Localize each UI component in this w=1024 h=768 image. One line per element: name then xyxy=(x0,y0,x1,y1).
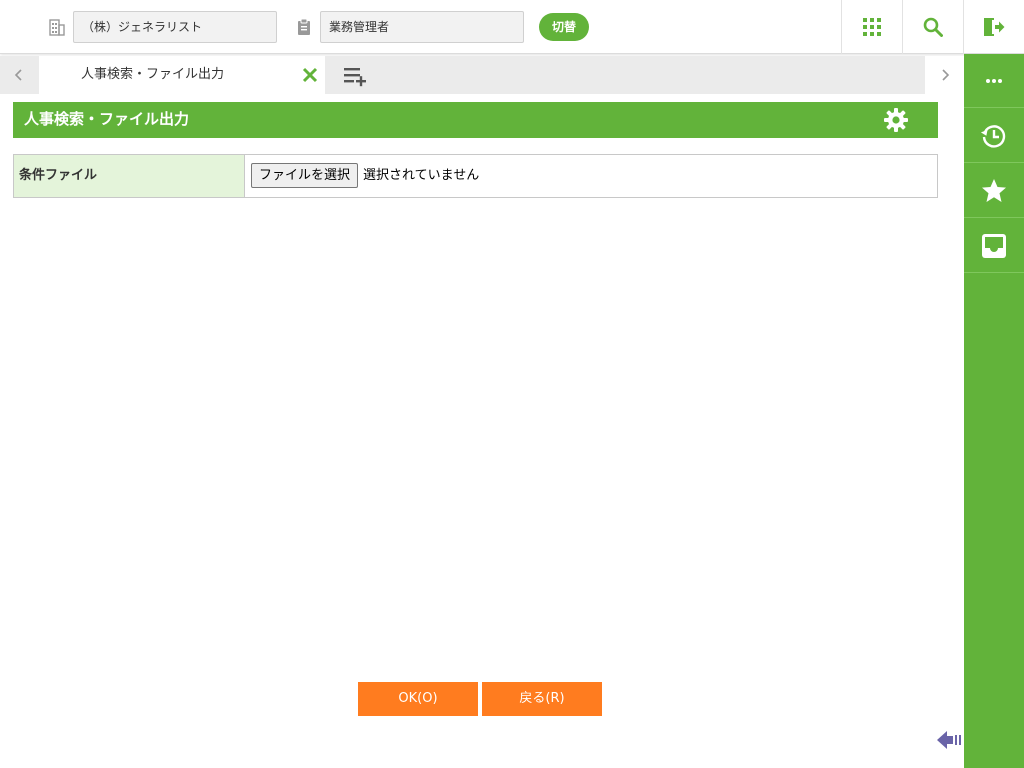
add-list-icon[interactable] xyxy=(341,65,369,87)
clipboard-icon xyxy=(298,18,310,35)
right-sidebar xyxy=(964,54,1024,768)
search-icon xyxy=(923,17,943,37)
logout-icon xyxy=(984,18,1005,36)
search-button[interactable] xyxy=(902,0,963,54)
building-icon xyxy=(49,19,65,36)
switch-button[interactable]: 切替 xyxy=(539,13,589,41)
choose-file-button[interactable]: ファイルを選択 xyxy=(251,163,358,188)
panel-header: 人事検索・ファイル出力 xyxy=(13,102,938,138)
grid-menu-icon xyxy=(863,18,881,36)
chevron-right-icon xyxy=(942,69,950,81)
top-header: （株）ジェネラリスト 業務管理者 切替 xyxy=(0,0,1024,54)
role-field[interactable]: 業務管理者 xyxy=(320,11,524,43)
tab-label: 人事検索・ファイル出力 xyxy=(81,67,225,82)
favorites-button[interactable] xyxy=(964,164,1024,218)
tab-scroll-left-button[interactable] xyxy=(0,56,38,94)
tab-personnel-search[interactable]: 人事検索・ファイル出力 xyxy=(39,56,325,94)
tab-scroll-right-button[interactable] xyxy=(926,56,964,94)
page-title: 人事検索・ファイル出力 xyxy=(24,110,190,128)
file-status-text: 選択されていません xyxy=(363,168,480,183)
history-icon xyxy=(980,124,1006,148)
inbox-icon xyxy=(982,233,1006,258)
company-field[interactable]: （株）ジェネラリスト xyxy=(73,11,277,43)
grid-menu-button[interactable] xyxy=(841,0,902,54)
collapse-arrow-icon[interactable] xyxy=(936,729,964,751)
inbox-button[interactable] xyxy=(964,219,1024,273)
more-button[interactable] xyxy=(964,54,1024,108)
logout-button[interactable] xyxy=(963,0,1024,54)
history-button[interactable] xyxy=(964,109,1024,163)
back-button[interactable]: 戻る(R) xyxy=(482,682,602,716)
star-icon xyxy=(982,178,1006,202)
tab-bar: 人事検索・ファイル出力 xyxy=(0,56,964,94)
app-window: （株）ジェネラリスト 業務管理者 切替 人事検索・ファイル出力 人事検索・ファイ… xyxy=(0,0,1024,768)
more-icon xyxy=(986,78,1002,83)
ok-button[interactable]: OK(O) xyxy=(358,682,478,716)
gear-icon[interactable] xyxy=(883,107,909,133)
condition-file-label: 条件ファイル xyxy=(14,155,245,197)
close-icon[interactable] xyxy=(301,66,319,84)
chevron-left-icon xyxy=(14,69,22,81)
condition-form-table: 条件ファイル ファイルを選択 選択されていません xyxy=(13,154,938,198)
